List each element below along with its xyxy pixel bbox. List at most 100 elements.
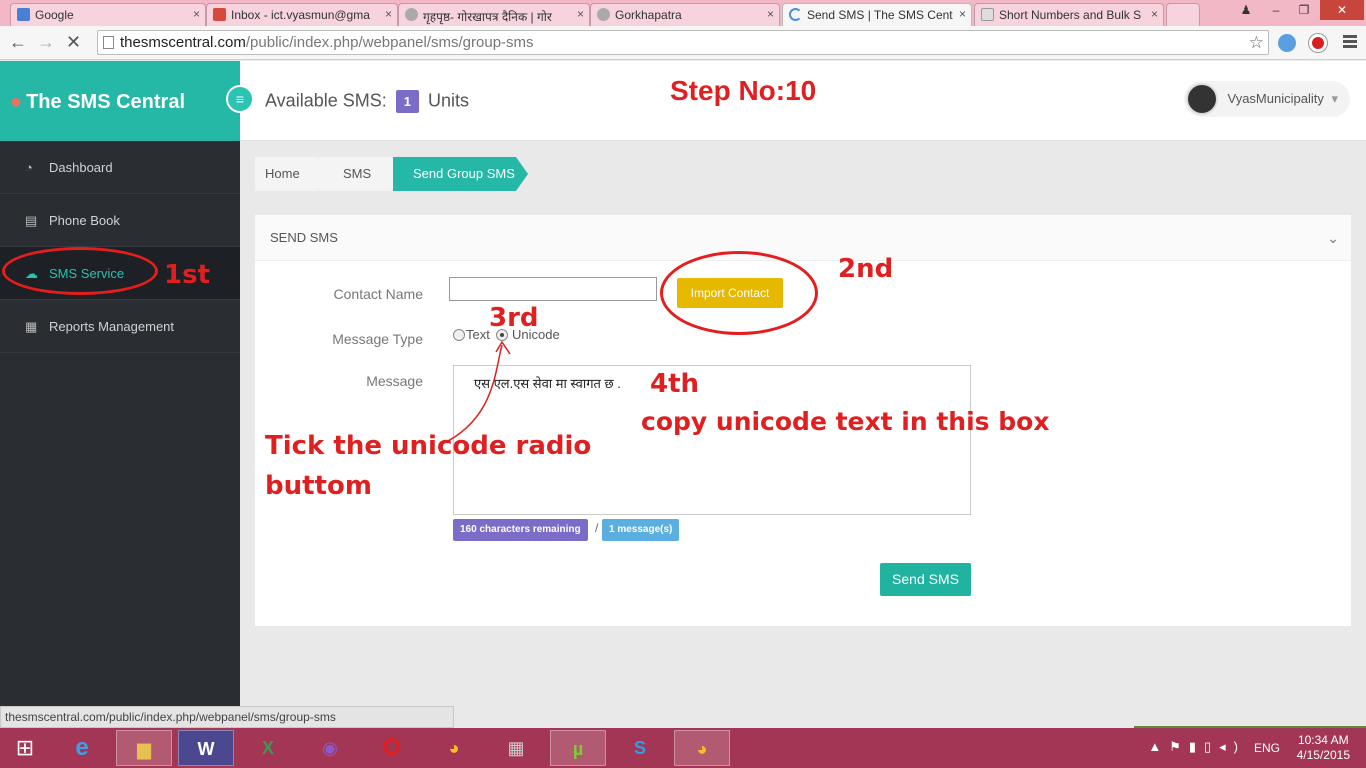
available-count-badge: 1 (395, 90, 419, 113)
close-icon[interactable]: × (385, 7, 392, 21)
tab-gmail[interactable]: Inbox - ict.vyasmun@gma × (206, 3, 398, 26)
chrome-icon[interactable]: ◕ (426, 730, 482, 766)
gmail-icon (213, 8, 226, 21)
chat-bubbles-icon: ● (10, 91, 23, 113)
cloud-extension-icon[interactable] (1278, 34, 1296, 52)
tab-label: Google (35, 8, 74, 22)
window-close-icon[interactable]: ✕ (1320, 0, 1364, 20)
sidebar-item-label: Reports Management (49, 319, 175, 334)
url-host: thesmscentral.com (120, 34, 246, 51)
clock[interactable]: 10:34 AM 4/15/2015 (1297, 733, 1350, 763)
address-bar[interactable]: thesmscentral.com/public/index.php/webpa… (97, 30, 1269, 55)
annotation-arrow (439, 340, 511, 446)
stop-extension-icon[interactable] (1309, 34, 1327, 52)
available-label: Available SMS: (265, 90, 387, 111)
tray-icons[interactable]: ▲⚑▮▯◂) (1148, 739, 1246, 755)
sidebar-item-label: Phone Book (49, 213, 120, 228)
menu-toggle-icon[interactable]: ≡ (226, 85, 254, 113)
opera-icon[interactable]: O (364, 730, 420, 766)
message-label: Message (366, 373, 423, 389)
brand-logo[interactable]: ● The SMS Central (10, 91, 185, 114)
tab-send-sms[interactable]: Send SMS | The SMS Cent × (782, 3, 972, 26)
word-icon[interactable]: W (178, 730, 234, 766)
caret-down-icon: ▾ (1331, 91, 1338, 106)
annotation-ellipse-sms-service (2, 247, 158, 295)
sidebar-item-label: Dashboard (49, 160, 113, 175)
loading-icon (789, 8, 802, 21)
tab-google[interactable]: Google × (10, 3, 206, 26)
annotation-copy-hint: copy unicode text in this box (641, 407, 1050, 436)
back-icon[interactable]: ← (9, 32, 27, 53)
close-icon[interactable]: × (193, 7, 200, 21)
new-tab-button[interactable] (1166, 3, 1200, 26)
panel-title: SEND SMS (270, 230, 338, 245)
browser-toolbar: ← → ✕ thesmscentral.com/public/index.php… (0, 26, 1366, 60)
tab-label: Send SMS | The SMS Cent (807, 8, 953, 22)
site-icon (405, 8, 418, 21)
breadcrumb-home[interactable]: Home (255, 157, 329, 191)
brand-name: The SMS Central (26, 91, 186, 113)
message-count-badge: 1 message(s) (602, 519, 680, 541)
page-icon (103, 36, 114, 49)
minimize-icon[interactable]: – (1262, 0, 1290, 20)
user-menu[interactable]: VyasMunicipality ▾ (1183, 81, 1350, 117)
breadcrumb-sms[interactable]: SMS (319, 157, 403, 191)
excel-icon[interactable]: X (240, 730, 296, 766)
viber-icon[interactable]: ◉ (302, 730, 358, 766)
maximize-icon[interactable]: ❐ (1290, 0, 1318, 20)
dashboard-icon: ◔ (25, 160, 33, 175)
brand-bar: ● The SMS Central (0, 61, 240, 141)
chars-remaining-badge: 160 characters remaining (453, 519, 588, 541)
stop-icon[interactable]: ✕ (66, 32, 81, 53)
send-sms-button[interactable]: Send SMS (880, 563, 971, 596)
step-annotation: Step No:10 (670, 75, 817, 106)
sidebar: ◔ Dashboard ▤ Phone Book ☁ SMS Service ▦ Rep… (0, 141, 240, 706)
user-name: VyasMunicipality (1227, 91, 1324, 106)
annotation-tick-hint-2: buttom (265, 471, 372, 501)
book-icon: ▤ (25, 213, 38, 228)
taskbar: ⊞ e ▆ W X ◉ O ◕ ▦ µ S ◕ ▲⚑▮▯◂) ENG 10:34… (0, 728, 1366, 768)
annotation-2nd: 2nd (838, 254, 894, 284)
site-icon (597, 8, 610, 21)
close-icon[interactable]: × (577, 7, 584, 21)
annotation-4th: 4th (650, 369, 700, 399)
annotation-3rd: 3rd (489, 303, 539, 333)
sidebar-item-reports[interactable]: ▦ Reports Management (0, 300, 240, 353)
google-icon (17, 8, 30, 21)
sidebar-item-phone-book[interactable]: ▤ Phone Book (0, 194, 240, 247)
file-explorer-icon[interactable]: ▆ (116, 730, 172, 766)
chevron-down-icon[interactable]: ⌄ (1327, 215, 1339, 261)
tab-short-numbers[interactable]: Short Numbers and Bulk S × (974, 3, 1164, 26)
available-unit: Units (428, 90, 470, 111)
clock-date: 4/15/2015 (1296, 748, 1350, 762)
close-icon[interactable]: × (767, 7, 774, 21)
app-header: ≡ Available SMS: 1 Units Step No:10 Vyas… (226, 61, 1366, 141)
sidebar-item-dashboard[interactable]: ◔ Dashboard (0, 141, 240, 194)
chrome-active-icon[interactable]: ◕ (674, 730, 730, 766)
tab-gorkhapatra[interactable]: Gorkhapatra × (590, 3, 780, 26)
close-icon[interactable]: × (959, 7, 966, 21)
contact-name-input[interactable] (449, 277, 657, 301)
tab-label: Short Numbers and Bulk S (999, 8, 1142, 22)
language-indicator[interactable]: ENG (1254, 741, 1280, 755)
clock-time: 10:34 AM (1297, 733, 1349, 747)
message-type-label: Message Type (332, 331, 423, 347)
avatar (1185, 83, 1218, 115)
utorrent-icon[interactable]: µ (550, 730, 606, 766)
internet-explorer-icon[interactable]: e (54, 730, 110, 766)
firewall-icon[interactable]: ▦ (488, 730, 544, 766)
menu-icon[interactable] (1343, 35, 1357, 50)
browser-tabbar: Google × Inbox - ict.vyasmun@gma × गृहपृ… (0, 0, 1366, 26)
url-path: /public/index.php/webpanel/sms/group-sms (245, 34, 534, 51)
bookmark-star-icon[interactable]: ☆ (1249, 31, 1264, 54)
close-icon[interactable]: × (1151, 7, 1158, 21)
breadcrumb-send-group-sms: Send Group SMS (393, 157, 528, 191)
annotation-1st: 1st (164, 260, 210, 290)
tab-gorkhapatra-hindi[interactable]: गृहपृष्ठ- गोरखापत्र दैनिक | गोर × (398, 3, 590, 26)
forward-icon[interactable]: → (37, 32, 55, 53)
skype-icon[interactable]: S (612, 730, 668, 766)
status-bar: thesmscentral.com/public/index.php/webpa… (0, 706, 454, 728)
contact-name-label: Contact Name (333, 286, 423, 302)
user-icon[interactable]: ♟ (1232, 0, 1260, 20)
start-button-icon[interactable]: ⊞ (0, 730, 50, 766)
